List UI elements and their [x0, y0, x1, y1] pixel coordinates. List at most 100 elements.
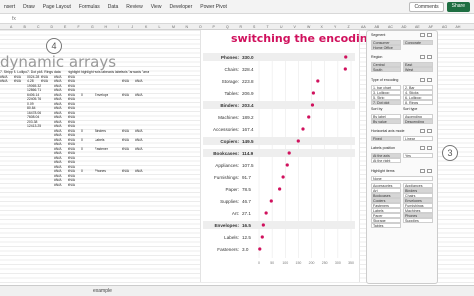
- column-header[interactable]: D: [51, 25, 54, 29]
- table-cell[interactable]: #N/A: [54, 183, 68, 188]
- encoding-option[interactable]: 7. Dot plot: [371, 100, 401, 105]
- category-label: Bookcases:: [213, 151, 239, 156]
- ribbon-tab-developer[interactable]: Developer: [165, 4, 196, 10]
- column-header[interactable]: AG: [442, 25, 447, 29]
- sort-option[interactable]: By value: [371, 119, 401, 124]
- category-label: Supplies:: [220, 199, 239, 204]
- column-header[interactable]: C: [37, 25, 40, 29]
- column-header[interactable]: AC: [388, 25, 393, 29]
- value-label: 330.0: [242, 55, 254, 60]
- segment-option[interactable]: Home Office: [371, 45, 401, 50]
- comments-button[interactable]: Comments: [409, 2, 444, 12]
- category-label: Envelopes:: [214, 223, 239, 228]
- data-point: [258, 247, 262, 251]
- multi-select-icon[interactable]: [420, 78, 425, 82]
- segment-option[interactable]: Corporate: [403, 40, 433, 45]
- sheet-tab-example[interactable]: example: [93, 288, 112, 294]
- table-row: #N/A #N/A: [0, 183, 149, 188]
- ribbon-tab-data[interactable]: Data: [104, 4, 123, 10]
- column-header[interactable]: G: [91, 25, 94, 29]
- column-header[interactable]: R: [240, 25, 243, 29]
- hmode-option[interactable]: Fixed: [371, 136, 401, 141]
- table-cell[interactable]: [81, 183, 95, 188]
- table-cell[interactable]: [122, 183, 136, 188]
- ribbon-tab-insert[interactable]: nsert: [0, 4, 19, 10]
- column-header[interactable]: A: [10, 25, 12, 29]
- column-header[interactable]: AE: [415, 25, 420, 29]
- multi-select-icon[interactable]: [420, 55, 425, 59]
- data-point: [296, 139, 300, 143]
- share-button[interactable]: Share: [446, 2, 470, 12]
- column-header[interactable]: V: [294, 25, 296, 29]
- highlight-item-option[interactable]: Supplies: [403, 218, 433, 223]
- column-header[interactable]: F: [78, 25, 80, 29]
- column-header[interactable]: AD: [402, 25, 407, 29]
- formula-bar[interactable]: fx: [0, 14, 474, 24]
- column-header[interactable]: N: [186, 25, 189, 29]
- table-cell[interactable]: [41, 183, 55, 188]
- column-header[interactable]: W: [307, 25, 310, 29]
- column-header[interactable]: O: [199, 25, 202, 29]
- column-header[interactable]: E: [64, 25, 66, 29]
- ribbon-tab-review[interactable]: Review: [122, 4, 146, 10]
- table-cell[interactable]: [135, 183, 149, 188]
- column-header[interactable]: AB: [375, 25, 380, 29]
- column-header[interactable]: Y: [334, 25, 336, 29]
- column-header[interactable]: I: [118, 25, 119, 29]
- column-header[interactable]: M: [172, 25, 175, 29]
- labels-position-option[interactable]: At the right: [371, 158, 401, 163]
- table-cell[interactable]: [108, 183, 122, 188]
- ribbon-tab-page-layout[interactable]: Page Layout: [39, 4, 75, 10]
- table-cell[interactable]: [27, 183, 41, 188]
- column-header[interactable]: P: [213, 25, 215, 29]
- category-label: Art:: [232, 211, 239, 216]
- column-header[interactable]: Q: [226, 25, 229, 29]
- value-label: 12.5: [242, 235, 251, 240]
- column-header[interactable]: X: [321, 25, 323, 29]
- region-option[interactable]: West: [403, 67, 433, 72]
- data-point: [287, 151, 291, 155]
- worksheet[interactable]: 4 dynamic arrays 7. Stripp8. Lollipop7. …: [0, 30, 474, 285]
- category-label: Appliances:: [215, 163, 239, 168]
- highlight-item-option[interactable]: Tables: [371, 223, 401, 228]
- column-header[interactable]: AA: [361, 25, 366, 29]
- labels-position-option[interactable]: Yes: [403, 153, 433, 158]
- clear-filter-icon[interactable]: [427, 55, 432, 59]
- column-header[interactable]: T: [267, 25, 269, 29]
- ribbon-tab-power-pivot[interactable]: Power Pivot: [196, 4, 231, 10]
- column-header[interactable]: L: [159, 25, 161, 29]
- column-header[interactable]: B: [24, 25, 26, 29]
- fx-icon: fx: [12, 16, 16, 22]
- hmode-option[interactable]: Linear: [403, 136, 433, 141]
- column-header[interactable]: Z: [348, 25, 350, 29]
- multi-select-icon[interactable]: [420, 33, 425, 37]
- clear-filter-icon[interactable]: [427, 33, 432, 37]
- clear-filter-icon[interactable]: [427, 146, 432, 150]
- sort-option[interactable]: Descending: [403, 119, 433, 124]
- table-cell[interactable]: #N/A: [68, 183, 82, 188]
- column-header[interactable]: AF: [429, 25, 433, 29]
- table-cell[interactable]: [14, 183, 28, 188]
- region-option[interactable]: South: [371, 67, 401, 72]
- multi-select-icon[interactable]: [420, 169, 425, 173]
- table-cell[interactable]: [0, 183, 14, 188]
- highlight-none-option[interactable]: None: [371, 176, 433, 181]
- chart-area[interactable]: switching the encoding... 0 50 100 150 200 25…: [200, 30, 388, 282]
- clear-filter-icon[interactable]: [427, 129, 432, 133]
- column-header[interactable]: H: [105, 25, 108, 29]
- multi-select-icon[interactable]: [420, 146, 425, 150]
- clear-filter-icon[interactable]: [427, 169, 432, 173]
- column-header[interactable]: K: [145, 25, 147, 29]
- column-header[interactable]: U: [280, 25, 283, 29]
- x-tick-label: 250: [322, 261, 328, 265]
- clear-filter-icon[interactable]: [427, 78, 432, 82]
- column-header[interactable]: J: [132, 25, 134, 29]
- ribbon-tab-draw[interactable]: Draw: [19, 4, 39, 10]
- column-header[interactable]: S: [253, 25, 255, 29]
- multi-select-icon[interactable]: [420, 129, 425, 133]
- encoding-option[interactable]: 8. Rings: [403, 100, 433, 105]
- column-header[interactable]: AH: [456, 25, 461, 29]
- ribbon-tab-view[interactable]: View: [147, 4, 166, 10]
- table-cell[interactable]: [95, 183, 109, 188]
- ribbon-tab-formulas[interactable]: Formulas: [75, 4, 104, 10]
